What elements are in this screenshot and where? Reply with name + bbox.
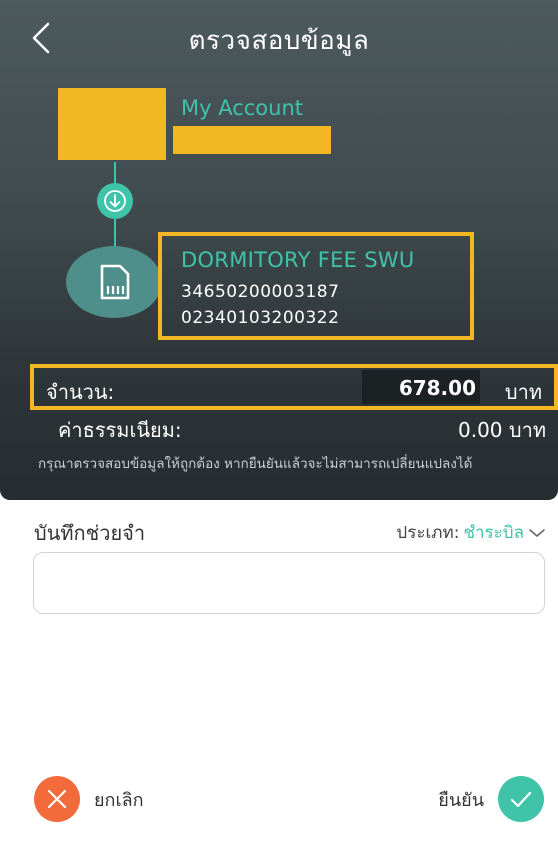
type-dropdown[interactable]: ประเภท: ชำระบิล [396,519,546,546]
header-panel: ตรวจสอบข้อมูล My Account DORMITORY FEE S… [0,0,558,500]
fee-value: 0.00 บาท [458,418,546,442]
to-account-name: DORMITORY FEE SWU [181,248,415,272]
amount-label: จำนวน: [46,380,115,404]
from-account-label: My Account [181,96,304,120]
confirm-button[interactable]: ยืนยัน [438,776,544,822]
to-account-ref2: 02340103200322 [181,308,340,328]
amount-row: จำนวน: 678.00 บาท [30,364,558,410]
memo-input[interactable] [33,552,545,614]
bill-icon [66,246,162,318]
fee-label: ค่าธรรมเนียม: [58,418,182,442]
cancel-label: ยกเลิก [94,789,144,811]
cancel-button[interactable]: ยกเลิก [34,776,144,822]
connector-line-bottom [114,219,116,247]
confirmation-note: กรุณาตรวจสอบข้อมูลให้ถูกต้อง หากยืนยันแล… [38,456,473,472]
amount-value: 678.00 [398,376,476,400]
to-account-ref1: 34650200003187 [181,282,340,302]
close-icon [34,776,80,822]
check-icon [498,776,544,822]
amount-unit: บาท [504,380,542,404]
arrow-down-icon [97,183,133,219]
from-account-number-redacted [173,126,331,154]
chevron-down-icon [529,528,545,537]
from-account-avatar-redacted [58,88,166,160]
page-title: ตรวจสอบข้อมูล [188,26,370,56]
memo-label: บันทึกช่วยจำ [34,521,146,545]
connector-line-top [114,162,116,184]
confirm-label: ยืนยัน [438,789,484,811]
type-value: ชำระบิล [463,523,524,543]
type-label: ประเภท: [396,523,460,543]
